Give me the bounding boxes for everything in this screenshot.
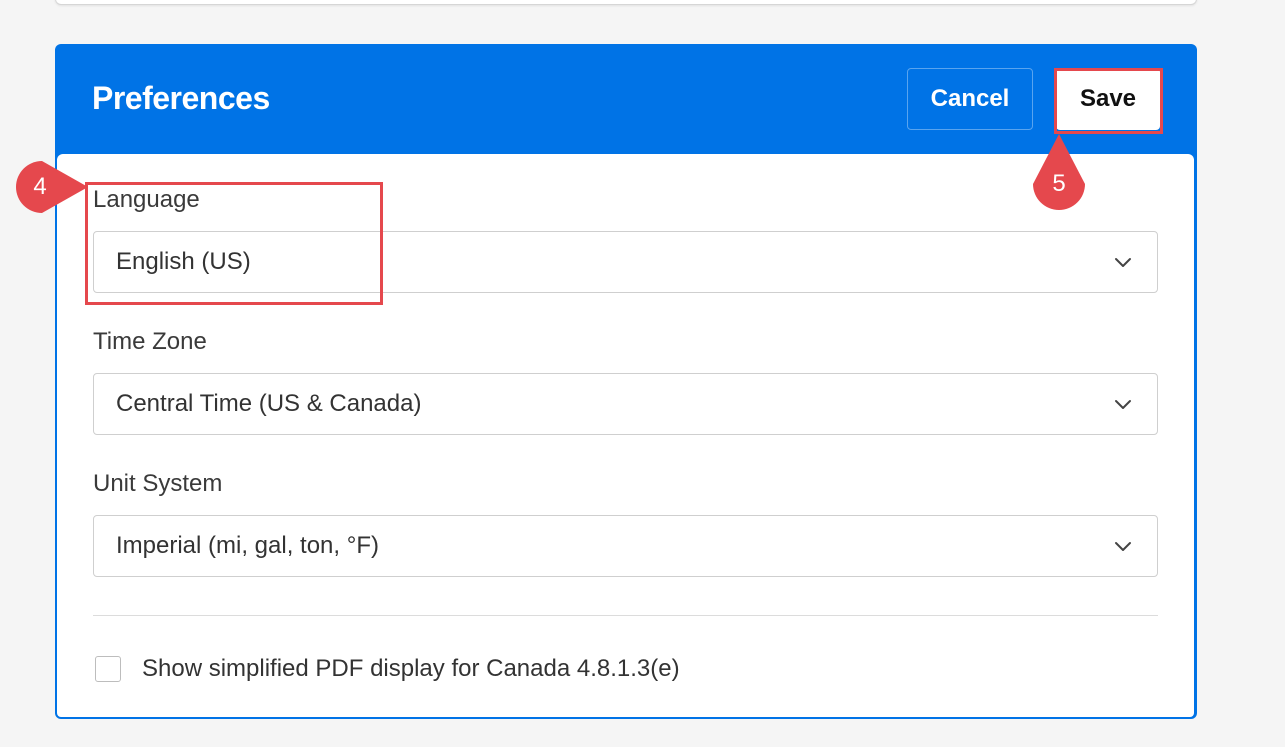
previous-card [55,0,1197,5]
panel-title: Preferences [92,80,270,116]
divider [93,615,1158,616]
panel-body: Language English (US) Time Zone Central … [57,154,1194,717]
chevron-down-icon [1115,258,1131,267]
language-label: Language [93,186,200,213]
chevron-down-icon [1115,542,1131,551]
unit-system-value: Imperial (mi, gal, ton, °F) [116,532,379,559]
step-5-number: 5 [1052,170,1066,197]
time-zone-label: Time Zone [93,328,207,355]
step-4-marker: 4 [10,161,90,213]
time-zone-value: Central Time (US & Canada) [116,390,422,417]
save-button[interactable]: Save [1056,68,1160,130]
simplified-pdf-label[interactable]: Show simplified PDF display for Canada 4… [142,655,680,683]
panel-header: Preferences Cancel Save [55,44,1197,154]
cancel-button[interactable]: Cancel [907,68,1033,130]
unit-system-select[interactable]: Imperial (mi, gal, ton, °F) [93,515,1158,577]
language-select[interactable]: English (US) [93,231,1158,293]
simplified-pdf-checkbox[interactable] [95,656,121,682]
language-value: English (US) [116,248,251,275]
preferences-panel: Preferences Cancel Save Language English… [55,44,1197,719]
unit-system-label: Unit System [93,470,223,497]
chevron-down-icon [1115,400,1131,409]
step-5-marker: 5 [1033,134,1085,214]
step-4-number: 4 [33,173,47,200]
time-zone-select[interactable]: Central Time (US & Canada) [93,373,1158,435]
